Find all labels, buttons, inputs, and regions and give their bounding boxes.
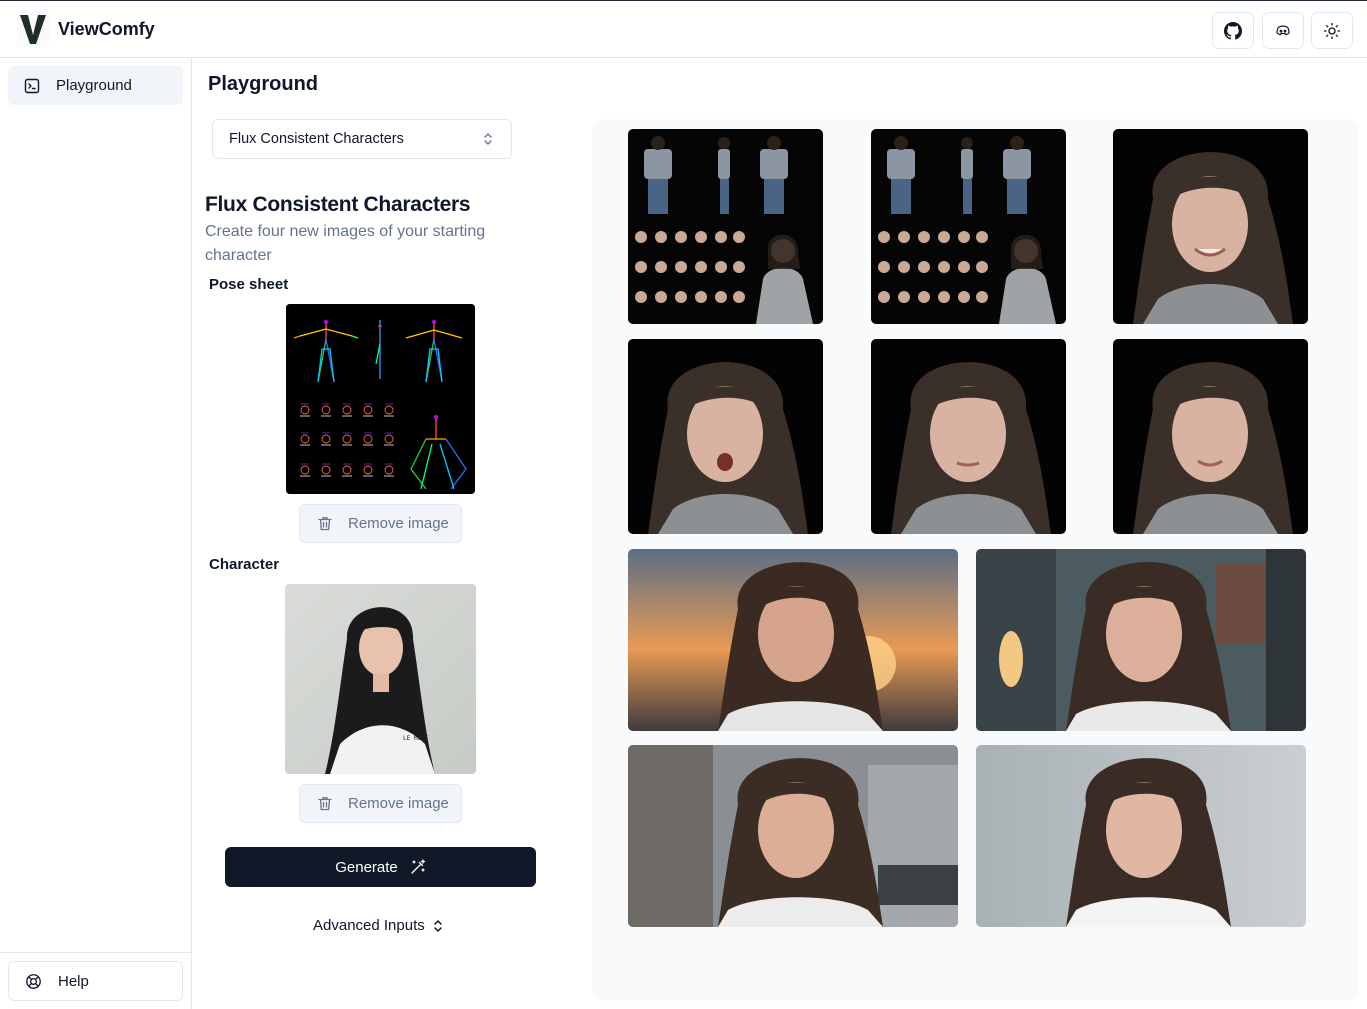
lifebuoy-icon xyxy=(26,973,41,989)
magic-wand-icon xyxy=(411,859,425,874)
gallery-image-portrait-studio[interactable] xyxy=(976,745,1306,927)
discord-button[interactable] xyxy=(1262,12,1304,49)
remove-image-label: Remove image xyxy=(348,515,449,532)
theme-toggle-button[interactable] xyxy=(1311,12,1353,49)
trash-icon xyxy=(318,517,332,531)
character-label: Character xyxy=(209,556,280,573)
github-button[interactable] xyxy=(1212,12,1254,49)
remove-image-label: Remove image xyxy=(348,795,449,812)
viewcomfy-logo xyxy=(17,11,49,47)
chevron-up-down-icon xyxy=(434,919,442,932)
gallery-image-portrait-sunset[interactable] xyxy=(628,549,958,731)
sun-icon xyxy=(1323,22,1341,39)
github-icon xyxy=(1224,21,1242,40)
generate-button[interactable]: Generate xyxy=(225,847,536,887)
discord-icon xyxy=(1276,25,1290,35)
sidebar-footer: Help xyxy=(0,952,191,1009)
chevron-up-down-icon xyxy=(484,133,492,145)
workflow-select[interactable]: Flux Consistent Characters xyxy=(212,119,512,159)
remove-pose-sheet-button[interactable]: Remove image xyxy=(299,504,462,543)
remove-character-button[interactable]: Remove image xyxy=(299,784,462,823)
advanced-inputs-label: Advanced Inputs xyxy=(313,917,425,934)
gallery-image-pose-sheet-1[interactable] xyxy=(628,129,823,324)
sidebar-item-playground[interactable]: Playground xyxy=(8,66,183,105)
sidebar-item-label: Playground xyxy=(56,77,132,94)
gallery-image-portrait-street[interactable] xyxy=(628,745,958,927)
help-button[interactable]: Help xyxy=(8,961,183,1001)
app-name: ViewComfy xyxy=(58,19,155,39)
gallery-image-portrait-indoor[interactable] xyxy=(976,549,1306,731)
advanced-inputs-toggle[interactable]: Advanced Inputs xyxy=(313,917,443,934)
gallery-image-portrait-smile[interactable] xyxy=(1113,129,1308,324)
page-title: Playground xyxy=(208,73,319,95)
help-label: Help xyxy=(58,972,89,990)
gallery-image-portrait-soft-smile[interactable] xyxy=(1113,339,1308,534)
shirt-text: LE MODE xyxy=(403,735,429,742)
gallery-image-portrait-neutral[interactable] xyxy=(871,339,1066,534)
sidebar: Playground Help xyxy=(0,58,192,1009)
top-header: ViewComfy xyxy=(0,0,1367,58)
output-gallery xyxy=(592,119,1359,1001)
terminal-icon xyxy=(24,78,40,93)
pose-sheet-label: Pose sheet xyxy=(209,276,289,293)
pose-sheet-preview xyxy=(286,304,475,494)
workflow-title: Flux Consistent Characters xyxy=(205,193,471,216)
generate-label: Generate xyxy=(335,858,398,876)
workflow-description: Create four new images of your starting … xyxy=(205,223,486,264)
character-preview: LE MODE xyxy=(285,584,476,774)
workflow-select-value: Flux Consistent Characters xyxy=(229,131,404,147)
gallery-image-portrait-surprised[interactable] xyxy=(628,339,823,534)
gallery-image-pose-sheet-2[interactable] xyxy=(871,129,1066,324)
trash-icon xyxy=(318,797,332,811)
